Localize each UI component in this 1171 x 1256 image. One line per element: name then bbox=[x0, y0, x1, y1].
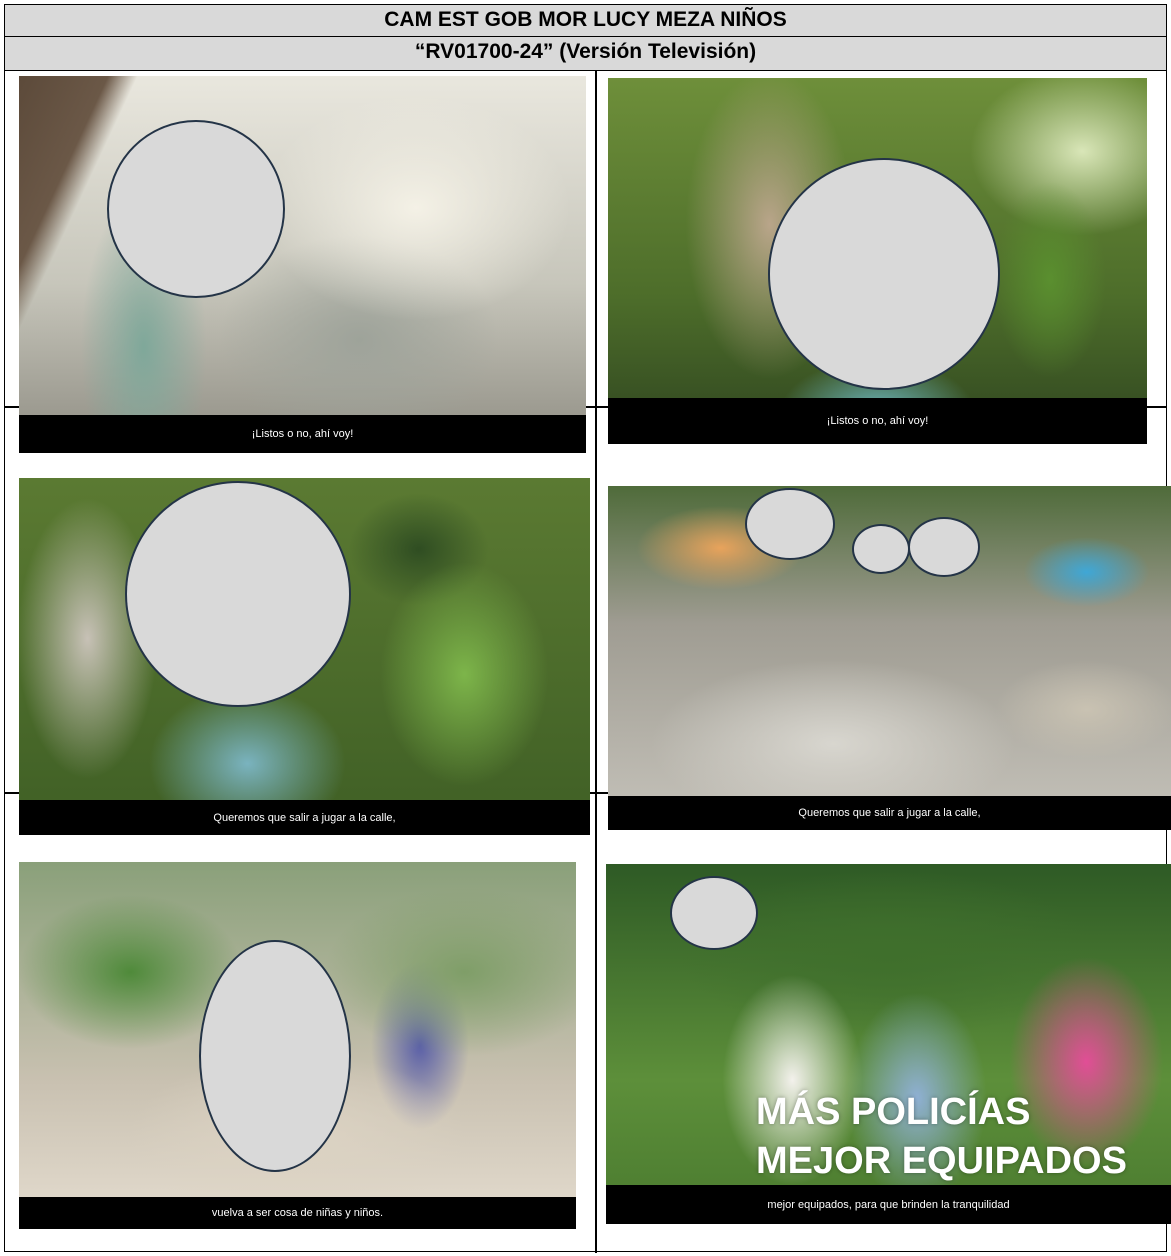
tree-trunk-shape bbox=[19, 76, 586, 453]
overlay-text-line-1: MÁS POLICÍAS bbox=[756, 1091, 1031, 1133]
face-blur-circle bbox=[125, 481, 351, 707]
document-subtitle: “RV01700-24” (Versión Televisión) bbox=[5, 37, 1166, 71]
video-frame-6: MÁS POLICÍAS MEJOR EQUIPADOS mejor equip… bbox=[606, 864, 1171, 1224]
subtitle-bar-2: ¡Listos o no, ahí voy! bbox=[608, 398, 1147, 444]
subtitle-bar-4: Queremos que salir a jugar a la calle, bbox=[608, 796, 1171, 830]
face-blur-circle bbox=[768, 158, 1000, 390]
video-frame-3: Queremos que salir a jugar a la calle, bbox=[19, 478, 590, 835]
subtitle-bar-5: vuelva a ser cosa de niñas y niños. bbox=[19, 1197, 576, 1229]
subtitle-bar-3: Queremos que salir a jugar a la calle, bbox=[19, 800, 590, 835]
document-title: CAM EST GOB MOR LUCY MEZA NIÑOS bbox=[5, 5, 1166, 37]
face-blur-circle bbox=[852, 524, 910, 574]
face-blur-circle bbox=[908, 517, 980, 577]
face-blur-circle bbox=[670, 876, 758, 950]
face-blur-circle bbox=[199, 940, 351, 1172]
video-frame-2: ¡Listos o no, ahí voy! bbox=[608, 78, 1147, 444]
face-blur-circle bbox=[745, 488, 835, 560]
video-frame-1: ¡Listos o no, ahí voy! bbox=[19, 76, 586, 453]
column-divider bbox=[595, 71, 597, 1253]
face-blur-circle bbox=[107, 120, 285, 298]
overlay-text-line-2: MEJOR EQUIPADOS bbox=[756, 1140, 1127, 1182]
subtitle-bar-6: mejor equipados, para que brinden la tra… bbox=[606, 1185, 1171, 1224]
subtitle-bar-1: ¡Listos o no, ahí voy! bbox=[19, 415, 586, 453]
video-frame-4: Queremos que salir a jugar a la calle, bbox=[608, 486, 1171, 830]
video-frame-5: vuelva a ser cosa de niñas y niños. bbox=[19, 862, 576, 1229]
